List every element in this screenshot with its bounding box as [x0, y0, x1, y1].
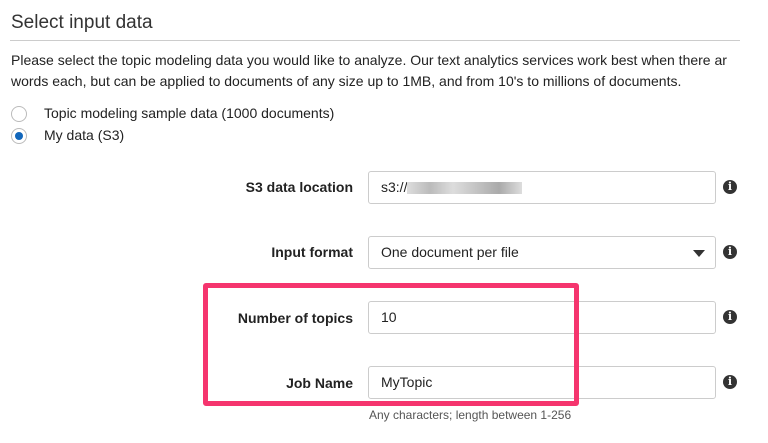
info-icon[interactable]: i — [723, 180, 737, 194]
radio-sample-data-label[interactable]: Topic modeling sample data (1000 documen… — [44, 105, 334, 121]
info-icon[interactable]: i — [723, 375, 737, 389]
input-format-select[interactable]: One document per file — [368, 236, 716, 269]
radio-my-data[interactable] — [11, 128, 27, 144]
info-icon[interactable]: i — [723, 310, 737, 324]
radio-sample-data[interactable] — [11, 106, 27, 122]
highlight-box — [203, 283, 579, 406]
s3-location-input[interactable]: s3:// — [368, 171, 716, 204]
radio-my-data-label[interactable]: My data (S3) — [44, 127, 124, 143]
job-name-help: Any characters; length between 1-256 — [369, 408, 572, 422]
chevron-down-icon — [693, 250, 705, 257]
s3-location-value: s3:// — [381, 179, 408, 195]
description-line-1: Please select the topic modeling data yo… — [11, 52, 727, 68]
redacted-path — [407, 182, 523, 195]
divider — [10, 40, 740, 41]
input-format-label: Input format — [271, 244, 353, 260]
input-format-value: One document per file — [381, 244, 519, 260]
info-icon[interactable]: i — [723, 245, 737, 259]
description-line-2: words each, but can be applied to docume… — [11, 73, 682, 89]
section-title: Select input data — [11, 12, 153, 33]
s3-location-label: S3 data location — [245, 179, 353, 195]
